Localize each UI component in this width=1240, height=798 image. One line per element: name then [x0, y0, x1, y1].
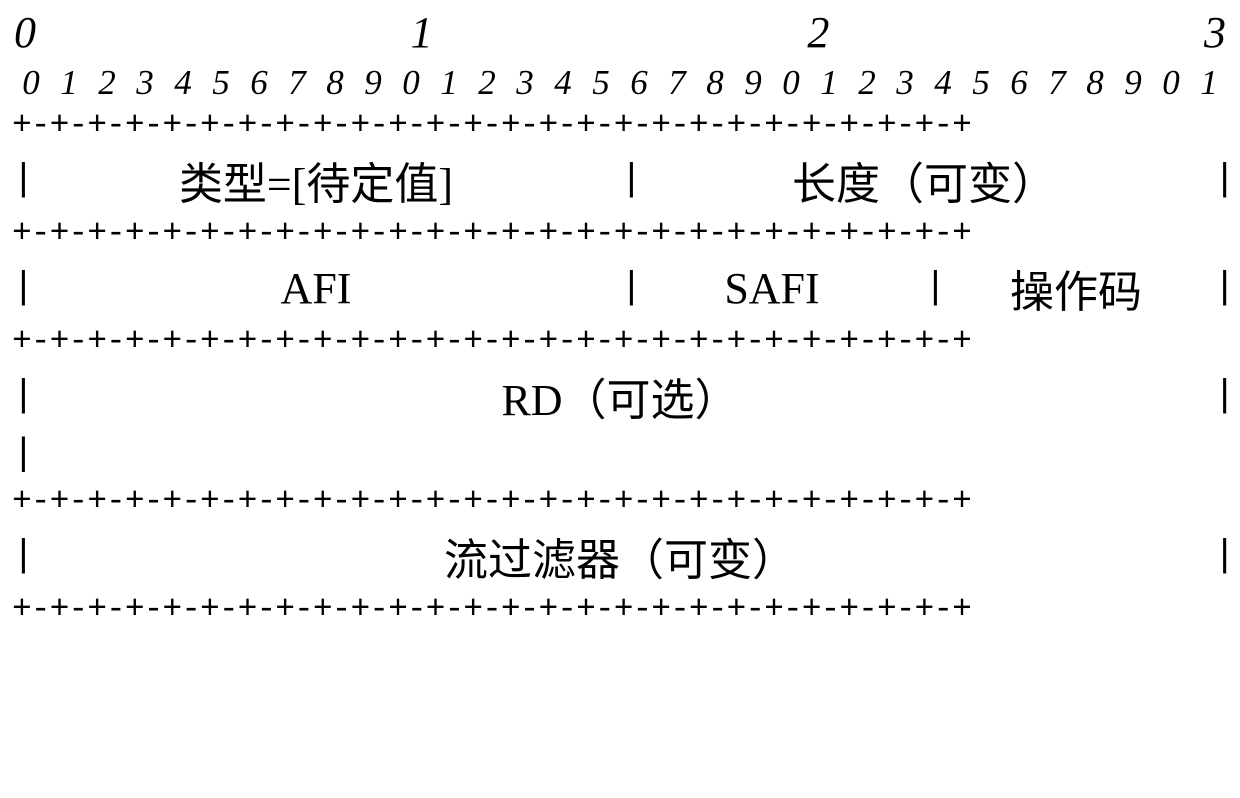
bar-icon: | [1213, 159, 1236, 202]
divider: +-+-+-+-+-+-+-+-+-+-+-+-+-+-+-+-+-+-+-+-… [12, 592, 1228, 628]
bar-icon: | [12, 535, 35, 578]
row-type-length: | 类型=[待定值] | 长度（可变） | [12, 148, 1228, 212]
bit-digit: 9 [354, 64, 392, 102]
bit-digit: 2 [848, 64, 886, 102]
bar-icon: | [924, 267, 947, 310]
bar-icon: | [1213, 267, 1236, 310]
row-rd: | RD（可选） | [12, 364, 1228, 428]
bit-digit: 2 [88, 64, 126, 102]
bit-digit: 0 [12, 64, 50, 102]
bit-digit: 0 [1152, 64, 1190, 102]
bit-digit: 4 [164, 64, 202, 102]
bar-icon: | [12, 159, 35, 202]
bit-digit: 7 [278, 64, 316, 102]
bit-digit: 1 [430, 64, 468, 102]
bit-digit: 9 [734, 64, 772, 102]
bar-icon: | [12, 267, 35, 310]
bit-digit: 8 [1076, 64, 1114, 102]
byte-markers-row: 0 1 2 3 [14, 10, 1226, 56]
bit-digit: 4 [924, 64, 962, 102]
field-safi-label: SAFI [724, 263, 819, 314]
bit-digit: 9 [1114, 64, 1152, 102]
byte-marker: 1 [411, 10, 433, 56]
bit-digit: 5 [582, 64, 620, 102]
field-opcode-label: 操作码 [1010, 256, 1142, 320]
bit-digit: 5 [962, 64, 1000, 102]
bit-digit: 5 [202, 64, 240, 102]
bit-digit: 6 [240, 64, 278, 102]
row-flow-filter: | 流过滤器（可变） | [12, 524, 1228, 588]
bar-icon: | [620, 159, 643, 202]
field-flow-filter-label: 流过滤器（可变） [444, 524, 796, 588]
field-flow-filter: | 流过滤器（可变） | [12, 524, 1228, 588]
bit-ruler: 01234567890123456789012345678901 [12, 64, 1228, 102]
field-opcode: | 操作码 | [924, 256, 1228, 320]
byte-marker: 2 [807, 10, 829, 56]
field-safi: | SAFI [620, 256, 924, 320]
bar-icon: | [12, 375, 35, 418]
bit-digit: 8 [316, 64, 354, 102]
bit-digit: 1 [810, 64, 848, 102]
field-length-label: 长度（可变） [792, 148, 1056, 212]
bit-digit: 1 [1190, 64, 1228, 102]
field-rd: | RD（可选） | [12, 364, 1228, 428]
bit-digit: 1 [50, 64, 88, 102]
byte-marker: 3 [1204, 10, 1226, 56]
bit-digit: 3 [506, 64, 544, 102]
byte-marker: 0 [14, 10, 36, 56]
bit-digit: 6 [620, 64, 658, 102]
bar-icon: | [1213, 535, 1236, 578]
divider: +-+-+-+-+-+-+-+-+-+-+-+-+-+-+-+-+-+-+-+-… [12, 108, 1228, 144]
row-afi-safi-opcode: | AFI | SAFI | 操作码 | [12, 256, 1228, 320]
bit-digit: 7 [1038, 64, 1076, 102]
field-type-label: 类型=[待定值] [179, 148, 453, 212]
bit-digit: 6 [1000, 64, 1038, 102]
bit-digit: 7 [658, 64, 696, 102]
bit-digit: 8 [696, 64, 734, 102]
bit-digit: 3 [886, 64, 924, 102]
bit-digit: 2 [468, 64, 506, 102]
bit-digit: 4 [544, 64, 582, 102]
field-rd-label: RD（可选） [501, 364, 738, 428]
bit-digit: 0 [392, 64, 430, 102]
row-rd-continuation: | [12, 428, 1228, 480]
bar-icon: | [12, 433, 35, 476]
field-afi-label: AFI [281, 263, 352, 314]
divider: +-+-+-+-+-+-+-+-+-+-+-+-+-+-+-+-+-+-+-+-… [12, 216, 1228, 252]
divider: +-+-+-+-+-+-+-+-+-+-+-+-+-+-+-+-+-+-+-+-… [12, 324, 1228, 360]
field-afi: | AFI [12, 256, 620, 320]
bar-icon: | [620, 267, 643, 310]
field-length: | 长度（可变） | [620, 148, 1228, 212]
bit-digit: 0 [772, 64, 810, 102]
bar-icon: | [1213, 375, 1236, 418]
divider: +-+-+-+-+-+-+-+-+-+-+-+-+-+-+-+-+-+-+-+-… [12, 484, 1228, 520]
packet-layout-diagram: 0 1 2 3 01234567890123456789012345678901… [0, 0, 1240, 798]
bit-digit: 3 [126, 64, 164, 102]
field-type: | 类型=[待定值] [12, 148, 620, 212]
